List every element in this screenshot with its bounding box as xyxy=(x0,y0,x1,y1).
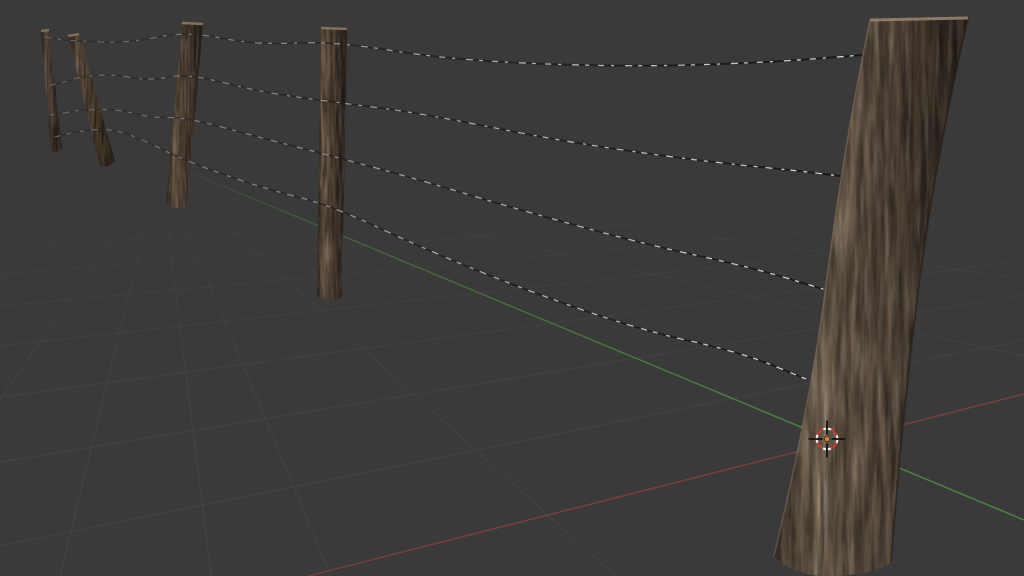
post-top-cap xyxy=(870,18,968,20)
post-top-cap xyxy=(41,30,49,31)
bark-highlight-texture xyxy=(317,28,347,300)
post-top-cap xyxy=(321,28,347,29)
fence-post-4[interactable] xyxy=(317,28,347,300)
scene-svg xyxy=(0,0,1024,576)
object-origin-dot xyxy=(824,436,829,441)
blender-3d-viewport[interactable] xyxy=(0,0,1024,576)
post-top-cap xyxy=(182,23,203,24)
